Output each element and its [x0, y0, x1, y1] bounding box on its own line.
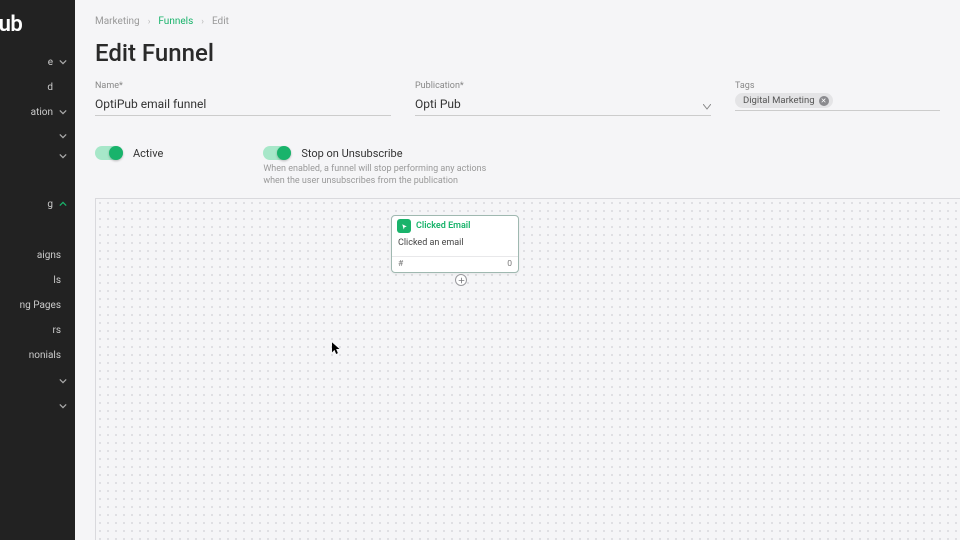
node-body: Clicked an email [392, 236, 518, 256]
sidebar-nav: e d ation g aigns ls ng Pages rs non [0, 52, 75, 421]
chevron-right-icon: › [148, 17, 151, 27]
node-header: Clicked Email [392, 216, 518, 236]
tags-field: Tags Digital Marketing ✕ [735, 81, 940, 116]
stop-toggle-help: When enabled, a funnel will stop perform… [263, 164, 493, 187]
name-input[interactable] [95, 93, 391, 116]
breadcrumb: Marketing › Funnels › Edit [75, 0, 960, 35]
chevron-down-icon [59, 152, 67, 160]
sidebar-sub-funnels[interactable]: ls [0, 271, 75, 289]
funnel-canvas[interactable]: Clicked Email Clicked an email # 0 [95, 198, 960, 540]
publication-select[interactable]: Opti Pub [415, 93, 711, 116]
sidebar-sub-landing-pages[interactable]: ng Pages [0, 296, 75, 314]
active-toggle-block: Active [95, 146, 163, 160]
node-foot-right: 0 [507, 259, 512, 269]
active-toggle[interactable] [95, 146, 123, 160]
sidebar-sub-label: rs [0, 325, 61, 336]
sidebar-item-label: ation [0, 107, 53, 118]
sidebar-item-tail-0[interactable] [0, 371, 75, 391]
chevron-up-icon [59, 200, 67, 208]
sidebar-item-2[interactable]: ation [0, 102, 75, 122]
sidebar-item-marketing[interactable]: g [0, 194, 75, 214]
sidebar-sub-offers[interactable]: rs [0, 321, 75, 339]
publication-label: Publication* [415, 81, 711, 91]
spacer-icon [59, 83, 67, 91]
sidebar-item-label: g [0, 199, 53, 210]
sidebar-sub-label: aigns [0, 250, 61, 261]
sidebar-sub-label: ng Pages [0, 300, 61, 311]
sidebar-item-3[interactable] [0, 126, 75, 146]
sidebar-subnav: aigns ls ng Pages rs nonials [0, 246, 75, 364]
active-toggle-label: Active [133, 147, 163, 160]
toggle-knob [277, 146, 291, 160]
publication-value: Opti Pub [415, 97, 461, 111]
chevron-down-icon [59, 58, 67, 66]
name-label: Name* [95, 81, 391, 91]
node-footer: # 0 [392, 256, 518, 272]
tag-chip: Digital Marketing ✕ [735, 93, 833, 108]
chevron-down-icon [59, 132, 67, 140]
name-field: Name* [95, 81, 391, 116]
chevron-down-icon [59, 108, 67, 116]
sidebar-sub-campaigns[interactable]: aigns [0, 246, 75, 264]
sidebar-sub-label: nonials [0, 350, 61, 361]
publication-field: Publication* Opti Pub [415, 81, 711, 116]
funnel-node-clicked-email[interactable]: Clicked Email Clicked an email # 0 [391, 215, 519, 273]
stop-toggle-block: Stop on Unsubscribe When enabled, a funn… [263, 146, 493, 187]
stop-on-unsubscribe-toggle[interactable] [263, 146, 291, 160]
chevron-down-icon [59, 402, 67, 410]
sidebar-sub-testimonials[interactable]: nonials [0, 346, 75, 364]
main-content: Marketing › Funnels › Edit Edit Funnel N… [75, 0, 960, 540]
chevron-right-icon: › [201, 17, 204, 27]
breadcrumb-edit: Edit [212, 16, 229, 27]
sidebar-item-label: e [0, 57, 53, 68]
node-foot-left: # [398, 259, 403, 269]
breadcrumb-marketing[interactable]: Marketing [95, 16, 140, 27]
toggle-row: Active Stop on Unsubscribe When enabled,… [75, 128, 960, 193]
page-title: Edit Funnel [75, 35, 960, 81]
tags-input[interactable]: Digital Marketing ✕ [735, 93, 940, 111]
form-row: Name* Publication* Opti Pub Tags Digital… [75, 81, 960, 128]
click-icon [397, 219, 411, 233]
breadcrumb-funnels[interactable]: Funnels [158, 16, 193, 27]
add-node-button[interactable] [455, 274, 467, 286]
sidebar-item-label: d [0, 82, 53, 93]
tags-label: Tags [735, 81, 940, 91]
sidebar-item-1[interactable]: d [0, 77, 75, 97]
toggle-knob [109, 146, 123, 160]
sidebar-item-0[interactable]: e [0, 52, 75, 72]
node-title: Clicked Email [416, 221, 470, 231]
logo: Pub [0, 12, 22, 37]
chevron-down-icon [59, 377, 67, 385]
stop-toggle-label: Stop on Unsubscribe [301, 147, 402, 160]
caret-down-icon [703, 99, 711, 113]
tag-remove-icon[interactable]: ✕ [819, 96, 829, 106]
tag-label: Digital Marketing [743, 95, 815, 106]
sidebar: Pub e d ation g aigns ls ng Pages [0, 0, 75, 540]
sidebar-item-4[interactable] [0, 146, 75, 166]
sidebar-sub-label: ls [0, 275, 61, 286]
sidebar-item-tail-1[interactable] [0, 396, 75, 416]
